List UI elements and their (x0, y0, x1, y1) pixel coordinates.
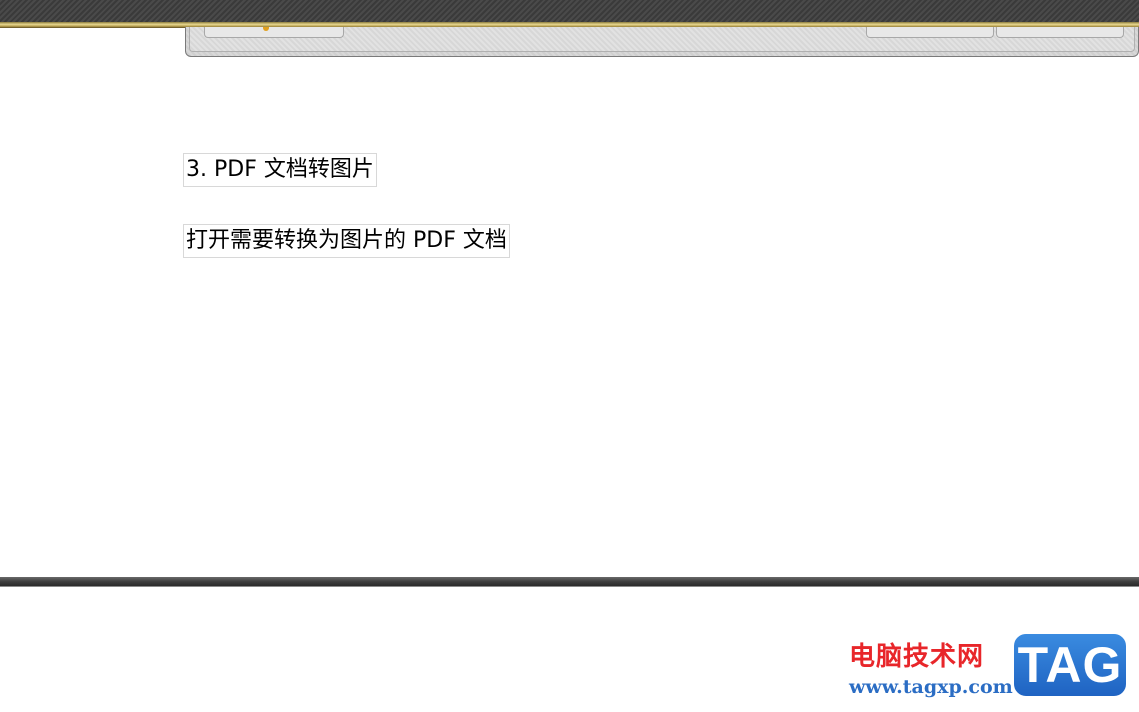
toolbar-button-right-1[interactable] (866, 27, 994, 38)
section-heading: 3. PDF 文档转图片 (183, 153, 377, 187)
toolbar-inner-frame (189, 27, 1135, 52)
cropped-toolbar-panel (185, 27, 1139, 57)
toolbar-button-right-2[interactable] (996, 27, 1124, 38)
bottom-frame-line (0, 586, 1139, 587)
watermark-url: www.tagxp.com (849, 676, 1013, 698)
toolbar-button-icon (263, 27, 269, 31)
top-frame-bar (0, 0, 1139, 22)
watermark-tag-logo: TAG (1012, 632, 1128, 698)
toolbar-button-left[interactable] (204, 27, 344, 38)
step-instruction: 打开需要转换为图片的 PDF 文档 (183, 224, 510, 258)
bottom-frame-bar (0, 577, 1139, 586)
watermark-site-name: 电脑技术网 (849, 642, 985, 672)
